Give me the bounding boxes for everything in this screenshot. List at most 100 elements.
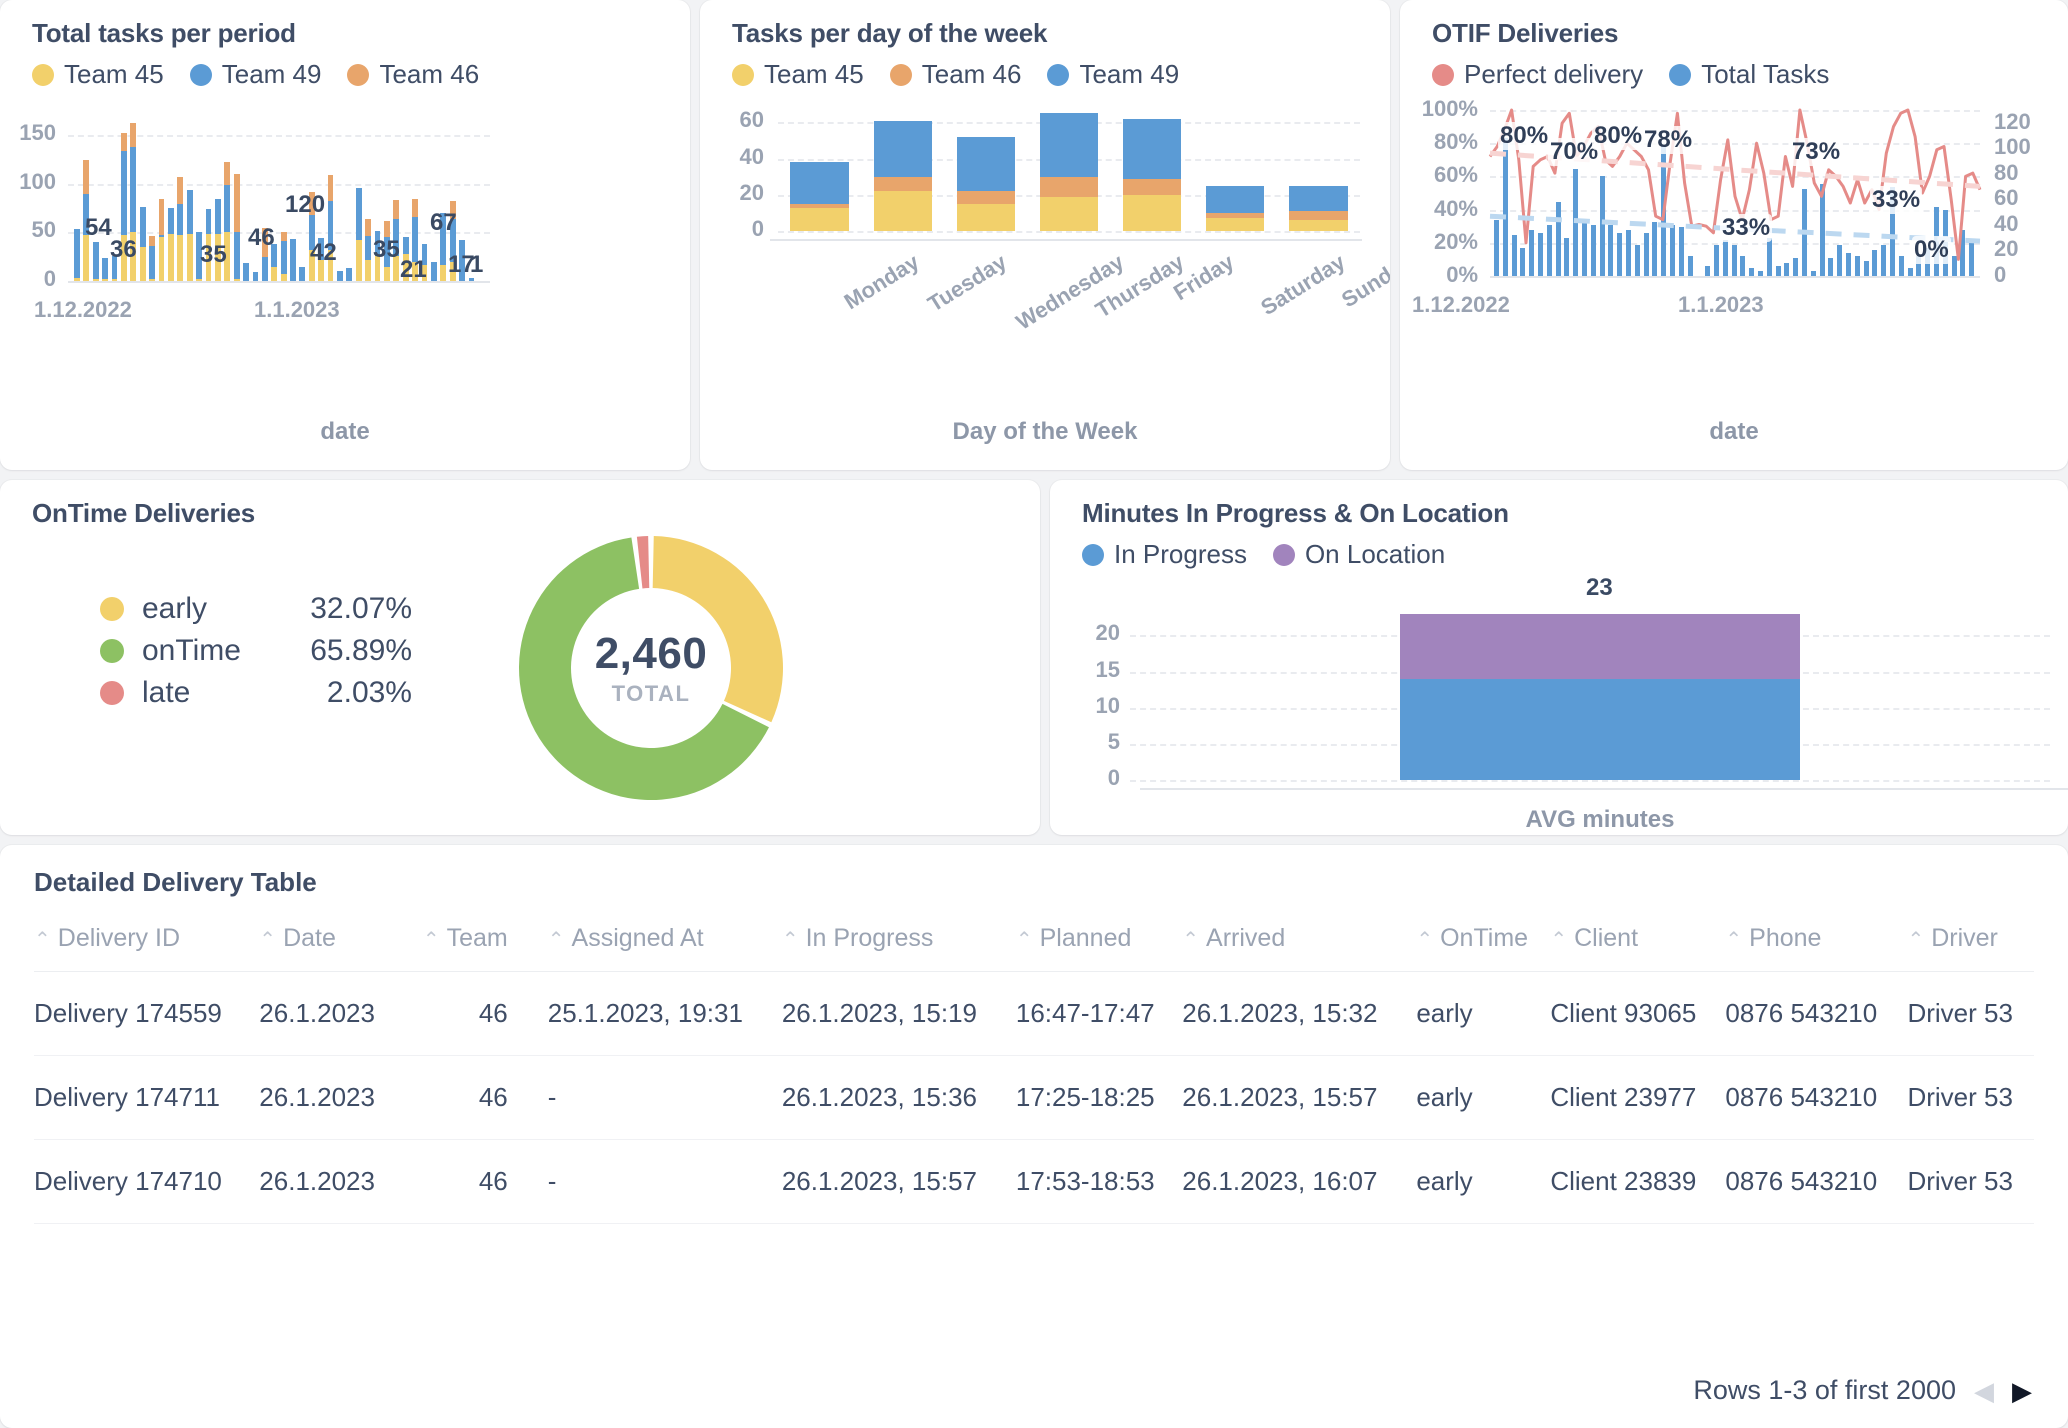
donut-chart[interactable]: 2,460 TOTAL [515,532,787,804]
table-header-arrived[interactable]: ⌃Arrived [1182,906,1416,972]
bar-segment [874,177,932,191]
legend-item-perfect-delivery[interactable]: Perfect delivery [1432,59,1643,90]
bar-stack[interactable] [337,271,343,281]
bar-segment [365,219,371,236]
table-header-in_progress[interactable]: ⌃In Progress [782,906,1016,972]
bar-stack[interactable] [874,121,932,231]
prev-page-icon[interactable]: ◀ [1974,1378,1994,1404]
bar-stack[interactable] [140,207,146,281]
bar-stack[interactable] [356,188,362,281]
table-header-client[interactable]: ⌃Client [1550,906,1725,972]
table-cell-phone: 0876 543210 [1725,972,1907,1056]
x-axis-tick: Tuesday [923,249,1011,317]
legend-item-team46[interactable]: Team 46 [890,59,1022,90]
bar-segment [299,267,305,281]
bar-stack[interactable] [1040,113,1098,231]
x-axis-line [1140,788,2068,790]
bar-stack[interactable] [74,229,80,281]
table-header-assigned_at[interactable]: ⌃Assigned At [548,906,782,972]
table-header-label: Team [447,924,508,952]
table-row[interactable]: Delivery 17455926.1.20234625.1.2023, 19:… [34,972,2034,1056]
data-label: 1 [470,251,483,279]
sort-caret-icon: ⌃ [259,929,276,951]
table-header-phone[interactable]: ⌃Phone [1725,906,1907,972]
table-cell-team: 46 [398,972,548,1056]
bar-segment [1289,186,1347,211]
bar-stack[interactable] [1289,186,1347,231]
bar-stack-avg-minutes[interactable] [1400,614,1800,780]
card-title-total-tasks: Total tasks per period [0,0,690,49]
y-axis-tick: 100 [0,169,56,195]
data-label: 80% [1498,122,1550,150]
bar-segment [281,241,287,274]
bar-stack[interactable] [1123,119,1181,231]
bar-segment [130,147,136,232]
bar-segment [159,237,165,281]
legend-row-early[interactable]: early 32.07% [100,588,412,630]
legend-value: 32.07% [277,592,412,626]
legend-dot-icon [190,64,212,86]
legend-item-team49[interactable]: Team 49 [190,59,322,90]
bar-stack[interactable] [790,162,848,231]
x-axis-tick: Sunday [1337,249,1390,313]
table-header-row: ⌃Delivery ID⌃Date⌃Team⌃Assigned At⌃In Pr… [34,906,2034,972]
bar-stack[interactable] [102,258,108,281]
bar-stack[interactable] [168,208,174,281]
legend-label: On Location [1305,539,1445,570]
bar-stack[interactable] [149,236,155,281]
bar-stack[interactable] [187,190,193,281]
legend-tasks-per-day: Team 45 Team 46 Team 49 [700,49,1390,90]
bar-stack[interactable] [299,267,305,281]
table-header-delivery_id[interactable]: ⌃Delivery ID [34,906,259,972]
bar-stack[interactable] [243,263,249,281]
table-row[interactable]: Delivery 17471126.1.202346-26.1.2023, 15… [34,1056,2034,1140]
plot-total-tasks[interactable]: 15010050054363546120423521671711.12.2022… [0,96,690,376]
card-minutes-in-progress: Minutes In Progress & On Location In Pro… [1050,480,2068,835]
table-row[interactable]: Delivery 17471026.1.202346-26.1.2023, 15… [34,1140,2034,1224]
plot-tasks-per-day[interactable]: 6040200MondayTuesdayWednesdayThursdayFri… [700,96,1390,386]
bar-stack[interactable] [365,219,371,281]
bar-segment [243,263,249,281]
plot-otif[interactable]: 100%80%60%40%20%0%12010080604020080%70%8… [1400,96,2068,376]
legend-item-in-progress[interactable]: In Progress [1082,539,1247,570]
plot-minutes[interactable]: 2015105023AVG minutes [1050,580,2068,820]
legend-item-team45[interactable]: Team 45 [32,59,164,90]
bar-stack[interactable] [281,232,287,282]
table-header-date[interactable]: ⌃Date [259,906,398,972]
legend-label: Team 46 [379,59,479,90]
legend-item-team46[interactable]: Team 46 [347,59,479,90]
bar-stack[interactable] [253,272,259,281]
bar-segment [130,123,136,147]
delivery-table: ⌃Delivery ID⌃Date⌃Team⌃Assigned At⌃In Pr… [34,906,2034,1224]
bar-stack[interactable] [957,137,1015,231]
bar-stack[interactable] [431,262,437,281]
bar-stack[interactable] [159,199,165,282]
bar-stack[interactable] [93,242,99,281]
bar-stack[interactable] [234,174,240,281]
axis-title-x: Day of the Week [700,418,1390,446]
table-header-driver[interactable]: ⌃Driver [1907,906,2034,972]
legend-item-team49[interactable]: Team 49 [1047,59,1179,90]
table-cell-phone: 0876 543210 [1725,1140,1907,1224]
legend-row-late[interactable]: late 2.03% [100,672,412,714]
legend-item-team45[interactable]: Team 45 [732,59,864,90]
legend-total-tasks: Team 45 Team 49 Team 46 [0,49,690,90]
bar-stack[interactable] [177,177,183,281]
table-header-ontime[interactable]: ⌃OnTime [1416,906,1550,972]
table-header-team[interactable]: ⌃Team [398,906,548,972]
table-header-label: Arrived [1206,924,1285,952]
legend-label: Team 45 [64,59,164,90]
bar-stack[interactable] [290,239,296,281]
legend-row-ontime[interactable]: onTime 65.89% [100,630,412,672]
bar-segment [356,188,362,240]
next-page-icon[interactable]: ▶ [2012,1378,2032,1404]
bar-stack[interactable] [1206,186,1264,231]
legend-item-on-location[interactable]: On Location [1273,539,1445,570]
bar-segment [93,242,99,279]
legend-otif: Perfect delivery Total Tasks [1400,49,2068,90]
bar-stack[interactable] [346,268,352,281]
legend-dot-icon [732,64,754,86]
table-header-planned[interactable]: ⌃Planned [1016,906,1182,972]
legend-item-total-tasks[interactable]: Total Tasks [1669,59,1829,90]
legend-dot-icon [1669,64,1691,86]
